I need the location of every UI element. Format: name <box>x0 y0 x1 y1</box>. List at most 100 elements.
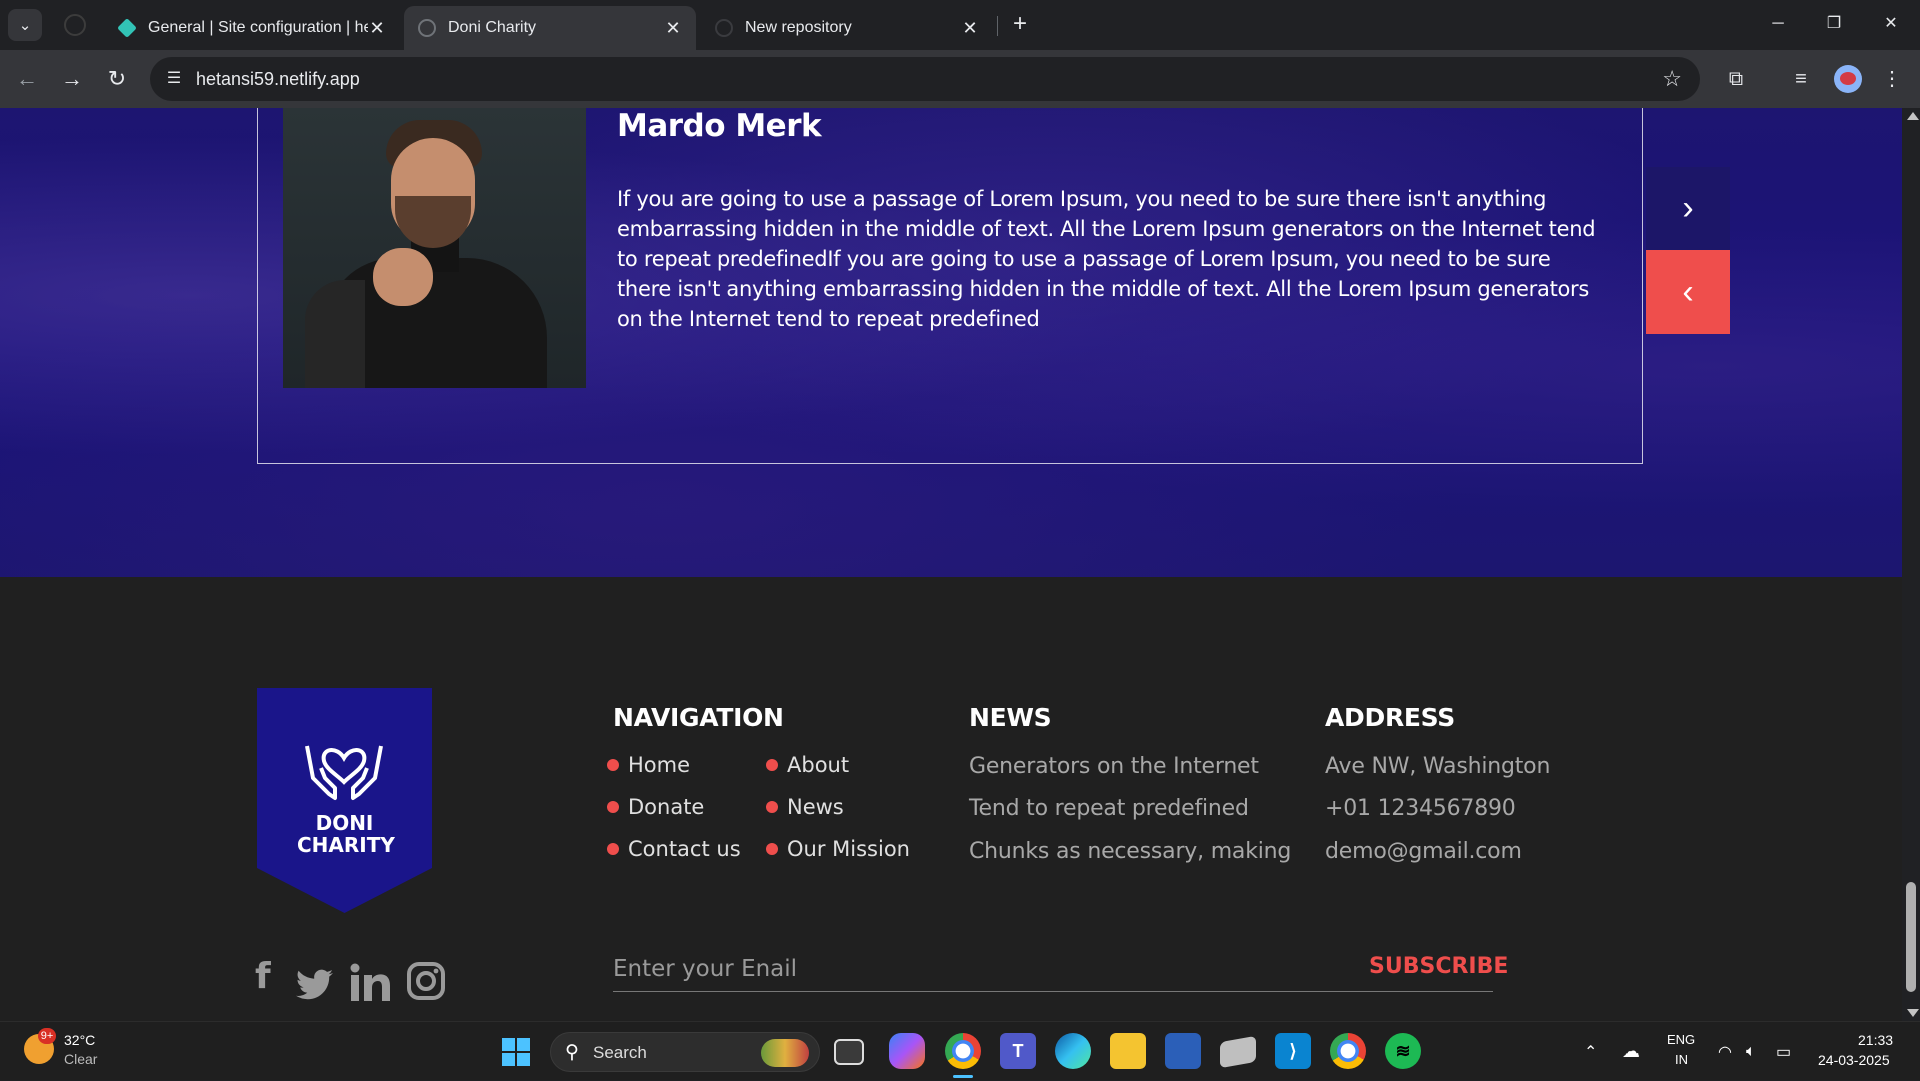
forward-arrow-icon[interactable]: → <box>57 64 87 94</box>
facebook-icon[interactable]: f <box>255 956 271 1002</box>
copilot-icon[interactable] <box>889 1033 925 1069</box>
bullet-dot <box>607 759 619 771</box>
file-explorer-icon[interactable] <box>1110 1033 1146 1069</box>
scroll-up-arrow-icon[interactable] <box>1907 112 1919 120</box>
globe-icon <box>418 19 436 37</box>
news-link[interactable]: Generators on the Internet <box>969 754 1259 779</box>
files-app-icon[interactable] <box>1220 1035 1256 1069</box>
address-bar[interactable]: ☰ hetansi59.netlify.app ☆ <box>150 57 1700 101</box>
tab-title: General | Site configuration | he <box>148 19 368 36</box>
address-url[interactable]: hetansi59.netlify.app <box>196 69 360 90</box>
bullet-dot <box>766 801 778 813</box>
link-label: About <box>787 753 850 777</box>
news-link[interactable]: Tend to repeat predefined <box>969 796 1249 821</box>
news-heading: NEWS <box>969 703 1052 732</box>
menu-kebab-icon[interactable]: ⋮ <box>1878 65 1906 93</box>
tab-doni-charity[interactable]: Doni Charity ✕ <box>404 6 696 50</box>
testimonial-text: If you are going to use a passage of Lor… <box>617 187 1596 331</box>
portrait-jacket <box>305 280 365 388</box>
chevron-left-icon: ‹ <box>1682 272 1694 311</box>
site-settings-icon[interactable]: ☰ <box>164 69 184 89</box>
close-tab-icon[interactable]: ✕ <box>961 18 979 39</box>
close-tab-icon[interactable]: ✕ <box>368 18 386 39</box>
footer-link-home[interactable]: Home <box>607 753 690 777</box>
media-control-icon[interactable]: ≡ <box>1787 65 1815 93</box>
navigation-heading: NAVIGATION <box>613 703 784 732</box>
new-tab-button[interactable]: + <box>1006 11 1034 39</box>
restore-button[interactable]: ❐ <box>1814 8 1854 40</box>
clock-time[interactable]: 21:33 <box>1858 1032 1893 1048</box>
twitter-icon[interactable] <box>296 962 334 1008</box>
subscribe-button[interactable]: SUBSCRIBE <box>1369 954 1508 979</box>
search-label: Search <box>593 1043 647 1062</box>
footer-link-about[interactable]: About <box>766 753 849 777</box>
link-label: Our Mission <box>787 837 910 861</box>
next-testimonial-button[interactable]: › <box>1646 167 1730 250</box>
footer-link-news[interactable]: News <box>766 795 844 819</box>
address-email: demo@gmail.com <box>1325 839 1522 864</box>
onedrive-cloud-icon[interactable]: ☁ <box>1622 1022 1640 1081</box>
footer-link-our-mission[interactable]: Our Mission <box>766 837 910 861</box>
scroll-down-arrow-icon[interactable] <box>1907 1009 1919 1017</box>
tab-search-button[interactable]: ⌄ <box>8 9 42 41</box>
taskbar-search-box[interactable]: ⚲ Search <box>550 1032 820 1072</box>
teams-icon[interactable]: T <box>1000 1033 1036 1069</box>
scrollbar-thumb[interactable] <box>1906 882 1916 992</box>
weather-notification-badge: 9+ <box>38 1028 56 1044</box>
doni-charity-logo[interactable]: DONI CHARITY <box>257 688 432 913</box>
bookmark-star-icon[interactable]: ☆ <box>1662 66 1682 92</box>
link-label: News <box>787 795 844 819</box>
testimonial-name: Mardo Merk <box>617 108 822 144</box>
chrome-active-icon[interactable] <box>945 1033 981 1069</box>
back-arrow-icon[interactable]: ← <box>12 64 42 94</box>
show-hidden-icons-chevron-icon[interactable]: ⌃ <box>1584 1022 1597 1081</box>
vscode-icon[interactable]: ⟩ <box>1275 1033 1311 1069</box>
footer-link-donate[interactable]: Donate <box>607 795 704 819</box>
region-indicator[interactable]: IN <box>1675 1052 1688 1067</box>
language-indicator[interactable]: ENG <box>1667 1032 1695 1047</box>
pinned-tab-github-icon[interactable] <box>64 14 86 36</box>
reload-icon[interactable]: ↻ <box>102 64 132 94</box>
logo-text: DONI CHARITY <box>297 811 395 857</box>
chevron-down-icon: ⌄ <box>18 17 32 34</box>
bullet-dot <box>607 843 619 855</box>
microsoft-store-icon[interactable] <box>1165 1033 1201 1069</box>
weather-temperature[interactable]: 32°C <box>64 1032 95 1048</box>
page-viewport: Mardo Merk If you are going to use a pas… <box>0 108 1902 1021</box>
search-icon: ⚲ <box>565 1042 579 1063</box>
battery-icon[interactable]: ▭ <box>1776 1022 1791 1081</box>
bullet-dot <box>766 759 778 771</box>
newsletter-email-input[interactable] <box>613 946 1493 992</box>
heart-hands-icon <box>305 745 383 800</box>
news-link[interactable]: Chunks as necessary, making <box>969 839 1291 864</box>
linkedin-icon[interactable] <box>350 959 390 1005</box>
volume-icon[interactable]: 🔈︎ <box>1746 1022 1756 1081</box>
tab-new-repository[interactable]: New repository ✕ <box>701 6 993 50</box>
clock-date[interactable]: 24-03-2025 <box>1818 1052 1890 1068</box>
task-view-icon[interactable] <box>834 1039 864 1065</box>
link-label: Donate <box>628 795 705 819</box>
page-scrollbar[interactable] <box>1902 108 1920 1021</box>
address-heading: ADDRESS <box>1325 703 1455 732</box>
weather-description[interactable]: Clear <box>64 1051 97 1067</box>
portrait-hand <box>373 248 433 306</box>
prev-testimonial-button[interactable]: ‹ <box>1646 250 1730 334</box>
minimize-button[interactable]: ─ <box>1758 8 1798 40</box>
wifi-icon[interactable]: ◠ <box>1718 1022 1732 1081</box>
profile-avatar[interactable] <box>1834 65 1862 93</box>
spotify-icon[interactable]: ≋ <box>1385 1033 1421 1069</box>
address-street: Ave NW, Washington <box>1325 754 1551 779</box>
tab-site-configuration[interactable]: General | Site configuration | he ✕ <box>104 6 400 50</box>
edge-icon[interactable] <box>1055 1033 1091 1069</box>
extensions-icon[interactable]: ⧉ <box>1722 65 1750 93</box>
footer-link-contact[interactable]: Contact us <box>607 837 741 861</box>
instagram-icon[interactable] <box>406 958 446 1004</box>
tab-title: New repository <box>745 19 852 36</box>
testimonial-portrait <box>283 108 586 388</box>
tab-title: Doni Charity <box>448 19 537 36</box>
windows-start-icon[interactable] <box>502 1038 530 1066</box>
close-tab-icon[interactable]: ✕ <box>664 18 682 39</box>
link-label: Contact us <box>628 837 741 861</box>
chrome-icon[interactable] <box>1330 1033 1366 1069</box>
close-window-button[interactable]: ✕ <box>1871 8 1911 40</box>
